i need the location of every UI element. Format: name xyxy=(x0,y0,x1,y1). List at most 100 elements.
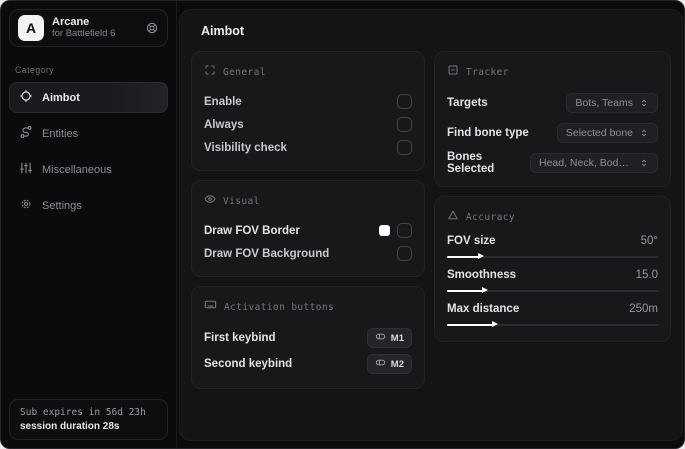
draw-fov-border-checkbox[interactable] xyxy=(397,223,412,238)
slider-label: Smoothness xyxy=(447,269,517,281)
focus-frame-icon xyxy=(204,63,216,81)
section-title-tracker: Tracker xyxy=(466,66,509,78)
general-card: General Enable Always Visibility check xyxy=(191,51,425,171)
fov-border-color-swatch[interactable] xyxy=(379,225,390,236)
sidebar-item-miscellaneous[interactable]: Miscellaneous xyxy=(9,154,168,185)
row-label: First keybind xyxy=(204,332,276,344)
slider-thumb[interactable] xyxy=(481,287,488,294)
draw-fov-background-checkbox[interactable] xyxy=(397,246,412,261)
sidebar-item-settings[interactable]: Settings xyxy=(9,190,168,221)
route-icon xyxy=(19,125,33,142)
left-column: General Enable Always Visibility check V… xyxy=(191,51,425,398)
sub-expires-text: Sub expires in 56d 23h xyxy=(20,407,146,418)
fov-size-slider[interactable] xyxy=(447,253,658,260)
sidebar-item-aimbot[interactable]: Aimbot xyxy=(9,82,168,113)
slider-label: Max distance xyxy=(447,303,520,315)
slider-label: FOV size xyxy=(447,235,496,247)
select-value: Selected bone xyxy=(565,126,633,139)
max-distance-group: Max distance 250m xyxy=(447,303,658,328)
app-meta: Arcane for Battlefield 6 xyxy=(52,16,137,40)
row-label: Draw FOV Border xyxy=(204,224,300,237)
category-label: Category xyxy=(15,65,54,75)
mouse-icon xyxy=(375,357,386,371)
row-targets: Targets Bots, Teams xyxy=(447,90,658,115)
row-label: Visibility check xyxy=(204,141,287,154)
slider-fill xyxy=(447,321,499,328)
slider-fill xyxy=(447,287,488,294)
smoothness-value: 15.0 xyxy=(635,269,658,281)
right-column: Tracker Targets Bots, Teams Find bone ty… xyxy=(434,51,671,398)
max-distance-value: 250m xyxy=(629,303,658,315)
row-label: Enable xyxy=(204,95,242,108)
row-label: Targets xyxy=(447,96,488,109)
mouse-icon xyxy=(375,331,386,345)
row-label: Second keybind xyxy=(204,358,293,370)
row-draw-fov-background: Draw FOV Background xyxy=(204,242,412,265)
smoothness-slider[interactable] xyxy=(447,287,658,294)
app-header-card: A Arcane for Battlefield 6 xyxy=(9,9,168,47)
smoothness-group: Smoothness 15.0 xyxy=(447,269,658,294)
row-find-bone-type: Find bone type Selected bone xyxy=(447,120,658,145)
select-value: Head, Neck, Body, Pe... xyxy=(539,156,633,169)
section-title-accuracy: Accuracy xyxy=(466,211,515,223)
second-keybind-button[interactable]: M2 xyxy=(366,354,412,374)
visibility-check-checkbox[interactable] xyxy=(397,140,412,155)
minus-square-icon xyxy=(447,63,459,81)
keyboard-icon xyxy=(204,298,217,316)
select-value: Bots, Teams xyxy=(575,96,633,109)
sidebar-nav: Aimbot Entities Miscellaneous Settings xyxy=(1,82,176,221)
keybind-value: M2 xyxy=(390,358,404,370)
row-always: Always xyxy=(204,113,412,136)
row-enable: Enable xyxy=(204,90,412,113)
sidebar-item-label: Settings xyxy=(42,199,82,212)
slider-thumb[interactable] xyxy=(477,253,484,260)
subscription-card: Sub expires in 56d 23h session duration … xyxy=(9,399,168,440)
app-subtitle: for Battlefield 6 xyxy=(52,27,116,39)
section-title-activation: Activation buttons xyxy=(224,301,335,313)
chevrons-up-down-icon xyxy=(641,159,647,166)
row-first-keybind: First keybind M1 xyxy=(204,325,412,351)
tracker-card: Tracker Targets Bots, Teams Find bone ty… xyxy=(434,51,671,187)
enable-checkbox[interactable] xyxy=(397,94,412,109)
bones-selected-select[interactable]: Head, Neck, Body, Pe... xyxy=(530,152,658,173)
targets-select[interactable]: Bots, Teams xyxy=(566,92,658,113)
fov-size-value: 50° xyxy=(640,235,658,247)
row-second-keybind: Second keybind M2 xyxy=(204,351,412,377)
row-label: Always xyxy=(204,118,244,131)
sidebar-item-label: Entities xyxy=(42,127,79,140)
section-title-visual: Visual xyxy=(223,195,260,207)
max-distance-slider[interactable] xyxy=(447,321,658,328)
app-logo: A xyxy=(18,15,44,41)
slider-fill xyxy=(447,253,484,260)
always-checkbox[interactable] xyxy=(397,117,412,132)
row-label: Find bone type xyxy=(447,126,529,139)
target-lifebuoy-icon[interactable] xyxy=(145,21,159,35)
crosshair-icon xyxy=(19,89,33,106)
app-window: A Arcane for Battlefield 6 Category Aimb… xyxy=(0,0,685,449)
row-bones-selected: Bones Selected Head, Neck, Body, Pe... xyxy=(447,150,658,175)
slider-thumb[interactable] xyxy=(492,321,499,328)
sidebar: A Arcane for Battlefield 6 Category Aimb… xyxy=(1,1,177,448)
row-visibility-check: Visibility check xyxy=(204,136,412,159)
visual-card: Visual Draw FOV Border Draw FOV Backgrou… xyxy=(191,180,425,277)
find-bone-type-select[interactable]: Selected bone xyxy=(556,122,658,143)
keybind-value: M1 xyxy=(390,332,404,344)
eye-icon xyxy=(204,192,216,210)
sidebar-item-label: Aimbot xyxy=(42,91,80,104)
sidebar-item-entities[interactable]: Entities xyxy=(9,118,168,149)
chevrons-up-down-icon xyxy=(641,129,647,136)
row-label: Draw FOV Background xyxy=(204,247,330,260)
triangle-icon xyxy=(447,208,459,226)
section-title-general: General xyxy=(223,66,266,78)
accuracy-card: Accuracy FOV size 50° Smoothness 15.0 Ma… xyxy=(434,196,671,342)
sidebar-item-label: Miscellaneous xyxy=(42,163,112,176)
fov-size-group: FOV size 50° xyxy=(447,235,658,260)
first-keybind-button[interactable]: M1 xyxy=(366,328,412,348)
app-name: Arcane xyxy=(52,16,90,29)
activation-buttons-card: Activation buttons First keybind M1 Seco… xyxy=(191,286,425,389)
main-area: Aimbot General Enable Always Visibility … xyxy=(177,1,684,448)
session-duration-text: session duration 28s xyxy=(20,421,120,432)
row-draw-fov-border: Draw FOV Border xyxy=(204,219,412,242)
page-title: Aimbot xyxy=(201,24,245,38)
content-panel: Aimbot General Enable Always Visibility … xyxy=(179,9,683,441)
